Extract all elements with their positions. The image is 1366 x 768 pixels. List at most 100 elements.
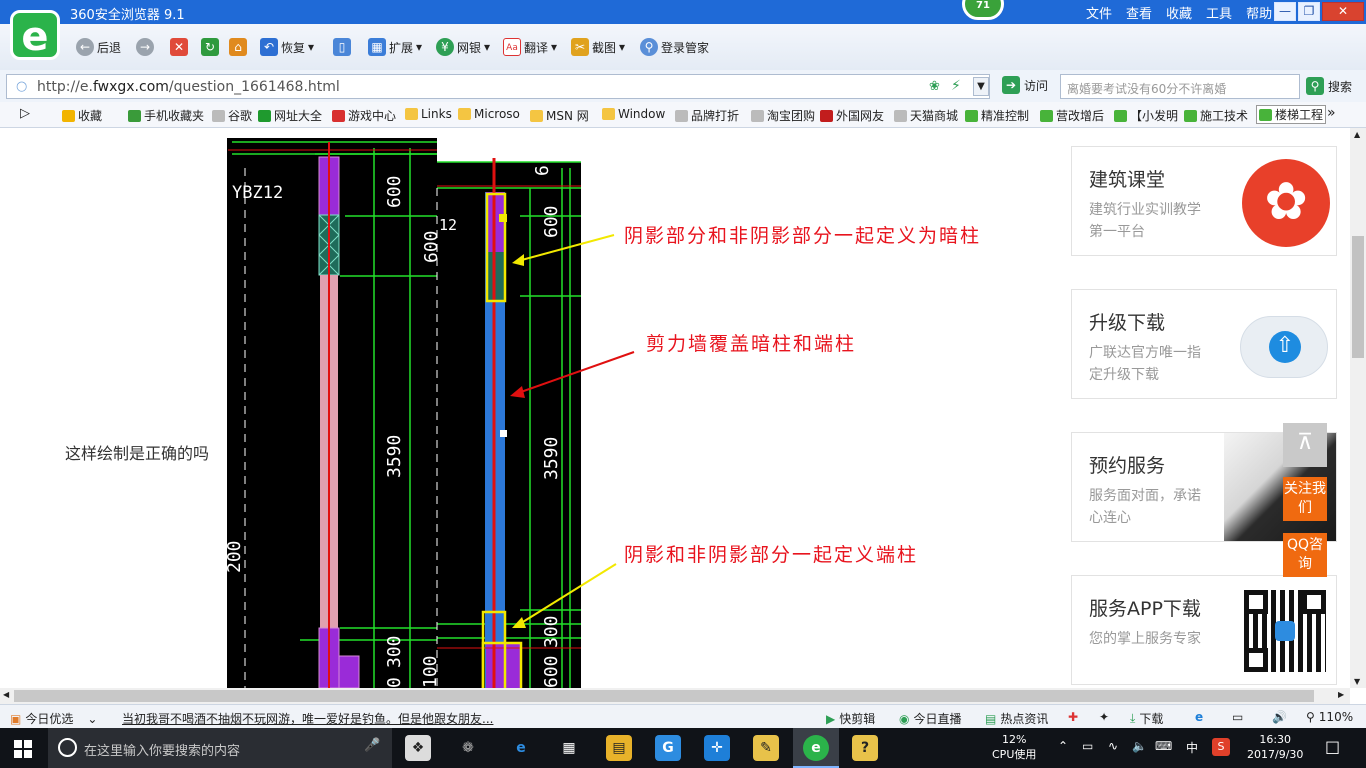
minimize-button[interactable]: — (1274, 2, 1296, 21)
favorite-item[interactable]: 营改增后 (1040, 107, 1104, 124)
favorite-icon (1114, 109, 1127, 122)
store-icon[interactable]: ▦ (556, 735, 582, 761)
today-picks[interactable]: ▣ 今日优选 ⌄ (10, 710, 97, 727)
notification-center-icon[interactable]: □ (1325, 737, 1340, 756)
favorite-item[interactable]: 游戏中心 (332, 107, 396, 124)
favorite-item[interactable]: 施工技术 (1184, 107, 1248, 124)
favorite-item[interactable]: 外国网友 (820, 107, 884, 124)
favorite-item[interactable]: Microso (458, 107, 520, 121)
teamviewer-icon[interactable]: ✛ (704, 735, 730, 761)
wifi-icon[interactable]: ∿ (1108, 739, 1118, 753)
menu-view[interactable]: 查看 (1126, 3, 1152, 22)
scroll-down-icon[interactable]: ▼ (1354, 677, 1360, 686)
hot-news[interactable]: ▤ 热点资讯 (985, 710, 1048, 727)
sogou-ime-icon[interactable]: S (1212, 738, 1230, 756)
bolt-icon[interactable]: ⚡ (951, 78, 961, 94)
keyboard-icon[interactable]: ⌨ (1155, 739, 1172, 753)
help-app-icon[interactable]: ? (852, 735, 878, 761)
favorite-item[interactable]: Links (405, 107, 452, 121)
notification-badge[interactable]: 71 (962, 0, 1004, 20)
favorite-item[interactable]: 天猫商城 (894, 107, 958, 124)
ie-mode-button[interactable]: e (1195, 710, 1203, 724)
search-input[interactable]: 离婚要考试没有60分不许离婚 (1060, 74, 1300, 99)
home-button[interactable]: ⌂ (229, 36, 247, 58)
login-manager-button[interactable]: ⚲ 登录管家 (640, 36, 709, 58)
favorite-item[interactable]: 收藏 (62, 107, 102, 124)
tray-expand-icon[interactable]: ⌃ (1058, 739, 1068, 753)
download-button[interactable]: ⤓ 下载 (1130, 710, 1163, 727)
screenshot-button[interactable]: ✂ 截图 ▾ (571, 36, 625, 58)
address-bar[interactable]: ○ http://e.fwxgx.com/question_1661468.ht… (6, 74, 990, 99)
favorite-item[interactable]: 手机收藏夹 (128, 107, 204, 124)
qq-consult-button[interactable]: QQ咨询 (1283, 533, 1327, 577)
forward-button[interactable]: → (136, 36, 154, 58)
battery-icon[interactable]: ▭ (1082, 739, 1093, 753)
close-button[interactable]: ✕ (1322, 2, 1364, 21)
card-app-download[interactable]: 服务APP下载 您的掌上服务专家 (1071, 575, 1337, 685)
search-button[interactable]: ⚲ 搜索 (1306, 77, 1352, 95)
favorite-item[interactable]: 淘宝团购 (751, 107, 815, 124)
menu-help[interactable]: 帮助 (1246, 3, 1272, 22)
favorite-item[interactable]: 【小发明 (1114, 107, 1178, 124)
translate-button[interactable]: Aa 翻译 ▾ (503, 36, 557, 58)
favorite-item[interactable]: 楼梯工程 (1256, 105, 1327, 124)
taskbar-search[interactable]: 在这里输入你要搜索的内容 🎤 (48, 728, 392, 768)
follow-us-button[interactable]: 关注我们 (1283, 477, 1327, 521)
card-upgrade-download[interactable]: 升级下载 广联达官方唯一指定升级下载 ⇧ (1071, 289, 1337, 399)
shield-status[interactable]: ✚ (1068, 710, 1078, 724)
vertical-scroll-thumb[interactable] (1352, 236, 1364, 358)
vertical-scrollbar[interactable]: ▲ ▼ (1350, 128, 1366, 688)
favorite-item[interactable]: 谷歌 (212, 107, 252, 124)
scroll-up-icon[interactable]: ▲ (1354, 130, 1360, 139)
scroll-right-icon[interactable]: ▶ (1338, 690, 1344, 699)
file-explorer-icon[interactable]: ▤ (606, 735, 632, 761)
search-icon: ⚲ (1306, 77, 1324, 95)
today-live[interactable]: ◉ 今日直播 (899, 710, 962, 727)
maximize-button[interactable]: ❐ (1298, 2, 1320, 21)
back-button[interactable]: ← 后退 (76, 36, 121, 58)
zoom-control[interactable]: ⚲ 110% (1306, 710, 1353, 724)
scroll-left-icon[interactable]: ◀ (3, 690, 9, 699)
volume-icon[interactable]: 🔈 (1132, 739, 1147, 753)
quick-clip[interactable]: ▶ 快剪辑 (826, 710, 875, 727)
app-360-icon[interactable]: ❁ (455, 735, 481, 761)
more-favorites-icon[interactable]: » (1327, 105, 1336, 121)
security-icon[interactable]: ❀ (929, 79, 940, 94)
card-building-class[interactable]: 建筑课堂 建筑行业实训教学第一平台 ✿ (1071, 146, 1337, 256)
clock[interactable]: 16:30 2017/9/30 (1247, 732, 1303, 762)
bank-button[interactable]: ¥ 网银 ▾ (436, 36, 490, 58)
back-to-top-button[interactable]: ⊼ (1283, 423, 1327, 467)
favorite-item[interactable]: Window (602, 107, 665, 121)
menu-tools[interactable]: 工具 (1206, 3, 1232, 22)
sidebar-toggle-icon[interactable]: ▷ (20, 106, 30, 121)
edge-icon[interactable]: e (508, 735, 534, 761)
ime-indicator[interactable]: 中 (1186, 739, 1198, 756)
favorite-icon (530, 109, 543, 122)
favorite-item[interactable]: 品牌打折 (675, 107, 739, 124)
refresh-button[interactable]: ↻ (201, 36, 219, 58)
task-view-icon[interactable]: ❖ (405, 735, 431, 761)
windows-start-button[interactable] (14, 740, 32, 758)
taskbar-active-browser[interactable]: e (793, 728, 839, 768)
guanglianda-icon[interactable]: G (655, 735, 681, 761)
extensions-button[interactable]: ▦ 扩展 ▾ (368, 36, 422, 58)
favorite-item[interactable]: 精准控制 (965, 107, 1029, 124)
visit-button[interactable]: ➔ 访问 (1002, 76, 1048, 94)
news-ticker[interactable]: 当初我哥不喝酒不抽烟不玩网游，唯一爱好是钓鱼。但是他跟女朋友... (122, 710, 493, 727)
favorite-item[interactable]: 网址大全 (258, 107, 322, 124)
menu-favorites[interactable]: 收藏 (1166, 3, 1192, 22)
favorite-icon (405, 108, 418, 120)
volume-button[interactable]: 🔊 (1272, 710, 1287, 724)
window-mode-button[interactable]: ▭ (1232, 710, 1243, 724)
menu-file[interactable]: 文件 (1086, 3, 1112, 22)
restore-button[interactable]: ↶ 恢复 ▾ (260, 36, 314, 58)
stop-button[interactable]: ✕ (170, 36, 188, 58)
dropdown-icon[interactable]: ▼ (973, 77, 989, 96)
notes-app-icon[interactable]: ✎ (753, 735, 779, 761)
favorite-label: Microso (474, 107, 520, 121)
pin-button[interactable]: ✦ (1099, 710, 1109, 724)
favorite-item[interactable]: MSN 网 (530, 107, 589, 124)
mobile-button[interactable]: ▯ (333, 36, 351, 58)
horizontal-scrollbar[interactable]: ◀ ▶ (0, 688, 1350, 704)
horizontal-scroll-thumb[interactable] (14, 690, 1314, 702)
